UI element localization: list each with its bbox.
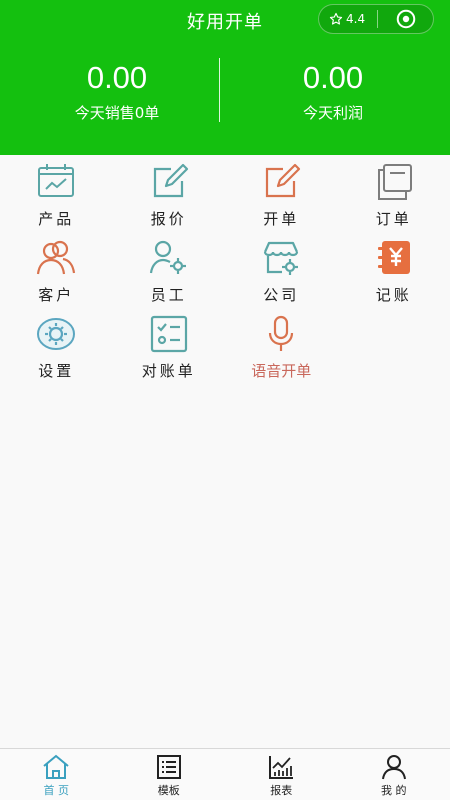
header-banner: 好用开单 4.4 0.00 今天销售0单 0.00 今天利润 [0,0,450,155]
today-sales-value: 0.00 [12,60,222,96]
bookkeeping-yen-icon [374,238,414,278]
menu-label: 语音开单 [251,360,311,381]
orders-icon [374,162,414,202]
product-chart-icon [36,162,76,202]
menu-item-company[interactable]: 公司 [225,234,338,310]
tab-report[interactable]: 报表 [225,749,338,800]
menu-label: 报价 [151,208,187,229]
star-icon [329,12,343,26]
menu-label: 客户 [38,284,74,305]
template-list-icon [155,754,183,780]
menu-item-quote[interactable]: 报价 [113,158,226,234]
rating-button[interactable]: 4.4 [319,12,377,26]
menu-item-product[interactable]: 产品 [0,158,113,234]
menu-label: 公司 [263,284,299,305]
menu-empty-cell [338,310,450,386]
close-capsule-button[interactable] [378,8,433,30]
menu-item-bookkeeping[interactable]: 记账 [338,234,450,310]
settings-gear-icon [36,314,76,354]
staff-icon [149,238,189,278]
menu-grid: 产品 报价 开单 订单 [0,158,450,386]
today-sales-stat[interactable]: 0.00 今天销售0单 [12,60,222,123]
quote-edit-icon [149,162,189,202]
target-icon [395,8,417,30]
tab-label: 首 页 [44,782,70,798]
menu-label: 设置 [38,360,74,381]
menu-row: 设置 对账单 语音开单 [0,310,450,386]
menu-row: 产品 报价 开单 订单 [0,158,450,234]
tab-mine[interactable]: 我 的 [338,749,450,800]
menu-label: 对账单 [142,360,196,381]
menu-label: 产品 [38,208,74,229]
tab-label: 模板 [158,782,180,798]
tab-label: 报表 [270,782,292,798]
today-profit-stat[interactable]: 0.00 今天利润 [228,60,438,123]
menu-label: 订单 [376,208,412,229]
rating-value: 4.4 [346,12,365,26]
menu-label: 开单 [263,208,299,229]
statement-checklist-icon [149,314,189,354]
today-profit-label: 今天利润 [228,102,438,123]
menu-item-staff[interactable]: 员工 [113,234,226,310]
mini-program-capsule: 4.4 [318,4,434,34]
user-profile-icon [380,754,408,780]
today-profit-value: 0.00 [228,60,438,96]
menu-row: 客户 员工 [0,234,450,310]
home-icon [42,754,70,780]
menu-item-statement[interactable]: 对账单 [113,310,226,386]
menu-item-settings[interactable]: 设置 [0,310,113,386]
tab-template[interactable]: 模板 [113,749,226,800]
tab-label: 我 的 [381,782,407,798]
menu-item-create-order[interactable]: 开单 [225,158,338,234]
bottom-tab-bar: 首 页 模板 报表 我 的 [0,748,450,800]
create-order-icon [261,162,301,202]
report-chart-icon [267,754,295,780]
microphone-icon [261,314,301,354]
menu-item-customers[interactable]: 客户 [0,234,113,310]
customers-icon [36,238,76,278]
menu-label: 记账 [376,284,412,305]
menu-item-voice-order[interactable]: 语音开单 [225,310,338,386]
tab-home[interactable]: 首 页 [0,749,113,800]
today-sales-label: 今天销售0单 [12,102,222,123]
menu-label: 员工 [151,284,187,305]
menu-item-orders[interactable]: 订单 [338,158,450,234]
stat-divider [219,58,220,122]
company-store-icon [261,238,301,278]
